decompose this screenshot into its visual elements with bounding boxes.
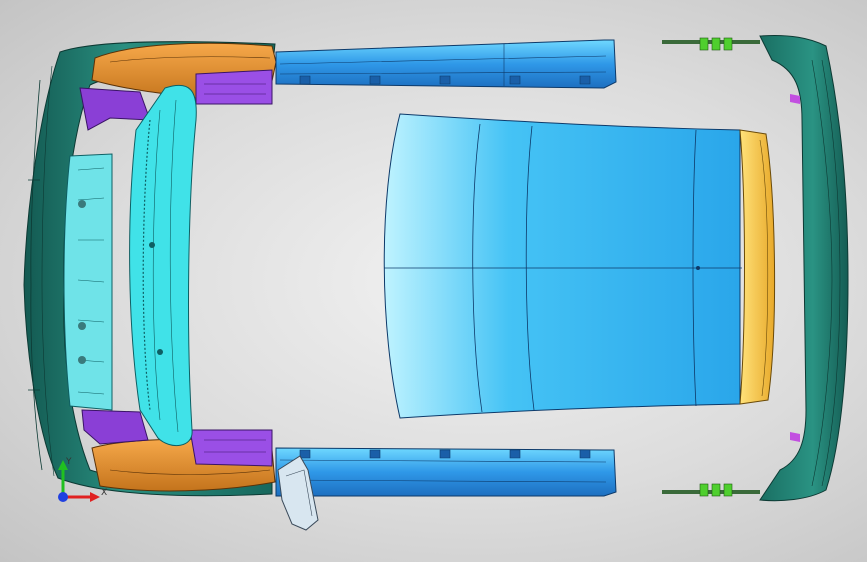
front-frame[interactable] <box>129 84 197 446</box>
assembly-drawing: Y X <box>23 35 849 531</box>
roof-panel[interactable] <box>383 113 742 419</box>
z-axis-dot <box>58 492 68 502</box>
radiator-support[interactable] <box>63 153 113 411</box>
side-sill-top[interactable] <box>275 39 617 89</box>
cad-viewport[interactable]: Y X <box>0 0 867 562</box>
clip-set-bottom[interactable] <box>662 483 760 497</box>
x-axis-arrow <box>90 492 100 502</box>
y-axis-label: Y <box>65 457 72 467</box>
clip-set-top[interactable] <box>662 37 760 51</box>
rear-header[interactable] <box>739 129 776 405</box>
side-sill-bottom[interactable] <box>275 447 617 497</box>
x-axis-label: X <box>101 488 107 498</box>
